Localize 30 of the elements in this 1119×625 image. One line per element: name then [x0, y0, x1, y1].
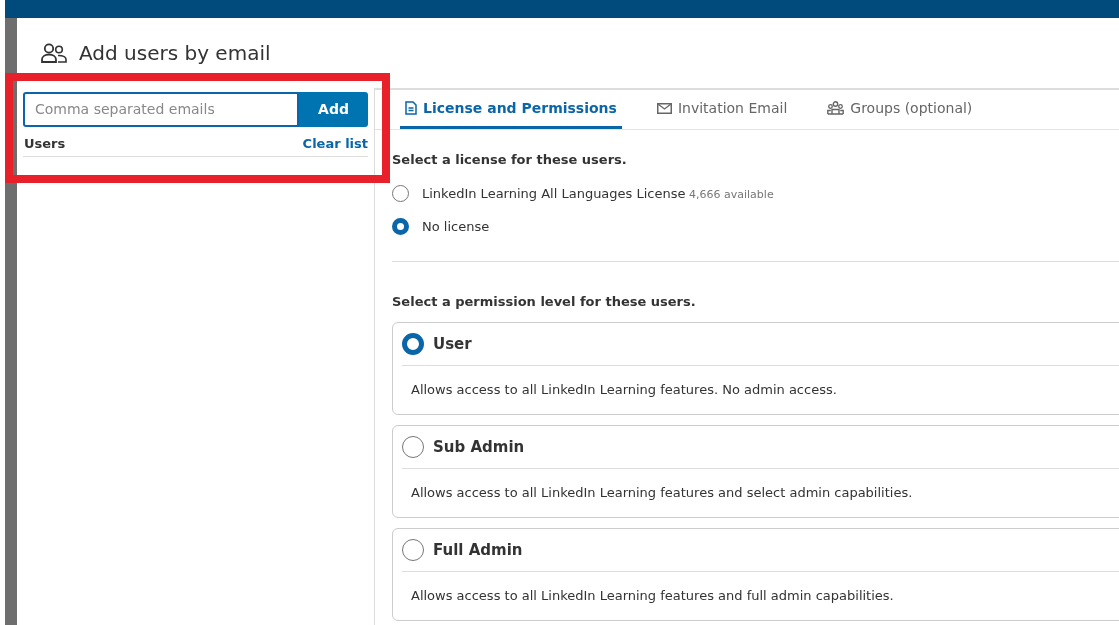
permission-description: Allows access to all LinkedIn Learning features and full admin capabilities. [411, 587, 894, 606]
permission-description: Allows access to all LinkedIn Learning features and select admin capabilities. [411, 484, 913, 503]
radio-button[interactable] [392, 184, 409, 202]
tab[interactable]: Groups (optional) [822, 90, 978, 129]
permission-prompt: Select a permission level for these users. [392, 292, 697, 311]
permission-card[interactable]: Sub Admin Allows access to all LinkedIn Learning features and select admin capabilities. [392, 425, 1119, 518]
clear-list-link[interactable]: Clear list [302, 133, 368, 154]
radio-button[interactable] [392, 218, 409, 236]
radio-button[interactable] [402, 436, 424, 458]
license-option-label: No license [422, 218, 490, 236]
license-prompt: Select a license for these users. [392, 151, 628, 169]
tab[interactable]: License and Permissions [400, 90, 622, 129]
radio-button[interactable] [402, 333, 424, 355]
permission-name: User [433, 333, 472, 355]
permission-name: Sub Admin [433, 436, 525, 458]
users-heading: Users [23, 134, 66, 153]
tab[interactable]: Invitation Email [651, 90, 793, 129]
permission-card[interactable]: User Allows access to all LinkedIn Learning features. No admin access. [392, 322, 1119, 415]
add-button[interactable]: Add [299, 92, 368, 127]
dialog-title: Add users by email [79, 43, 271, 63]
document-icon [405, 101, 417, 115]
users-icon [41, 43, 67, 63]
permission-card[interactable]: Full Admin Allows access to all LinkedIn Learning features and full admin capabilities. [392, 528, 1119, 621]
envelope-icon [656, 102, 672, 114]
permission-description: Allows access to all LinkedIn Learning features. No admin access. [411, 381, 837, 400]
permission-name: Full Admin [433, 539, 523, 561]
license-option-label: LinkedIn Learning All Languages License 4,666 available [422, 184, 774, 203]
email-field[interactable]: Comma separated emails [23, 92, 299, 127]
radio-button[interactable] [402, 539, 424, 561]
people-group-icon [827, 101, 845, 115]
